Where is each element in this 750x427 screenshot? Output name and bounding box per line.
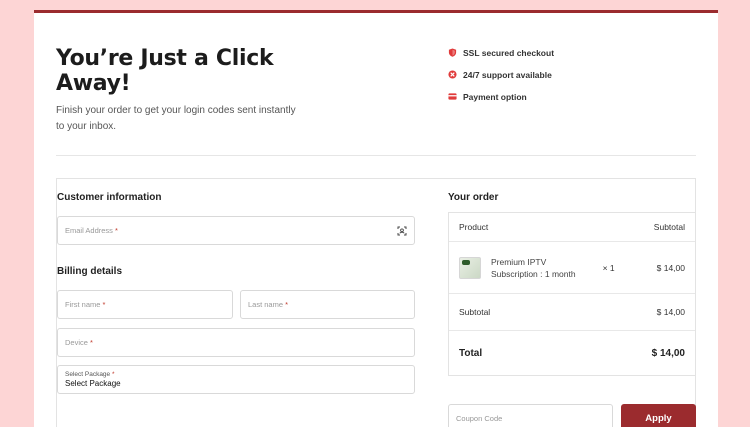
subtotal-value: $ 14,00 bbox=[656, 307, 685, 317]
feature-label: SSL secured checkout bbox=[463, 47, 555, 58]
shield-icon bbox=[448, 48, 457, 57]
total-row: Total $ 14,00 bbox=[449, 331, 695, 375]
feature-support: 24/7 support available bbox=[448, 69, 554, 80]
last-name-field[interactable]: Last name * bbox=[240, 290, 415, 319]
total-label: Total bbox=[459, 347, 483, 359]
package-label: Select Package bbox=[65, 371, 111, 378]
product-qty: × 1 bbox=[602, 262, 615, 273]
page-title: You’re Just a Click Away! bbox=[56, 46, 274, 96]
package-select[interactable]: Select Package * Select Package bbox=[57, 365, 415, 394]
feature-label: Payment option bbox=[463, 91, 527, 102]
col-product: Product bbox=[459, 222, 489, 232]
divider bbox=[56, 155, 696, 156]
feature-ssl: SSL secured checkout bbox=[448, 47, 554, 58]
trust-features: SSL secured checkout 24/7 support availa… bbox=[448, 47, 554, 113]
order-header: Product Subtotal bbox=[449, 213, 695, 242]
package-value: Select Package bbox=[65, 379, 121, 388]
page-subtitle: Finish your order to get your login code… bbox=[56, 105, 296, 132]
col-subtotal: Subtotal bbox=[653, 222, 685, 232]
email-field[interactable]: Email Address * bbox=[57, 216, 415, 245]
subtotal-label: Subtotal bbox=[459, 307, 491, 317]
checkout-card: You’re Just a Click Away! Finish your or… bbox=[34, 10, 718, 427]
checkout-form: Customer information Email Address * Bil… bbox=[56, 178, 696, 427]
subtotal-row: Subtotal $ 14,00 bbox=[449, 294, 695, 331]
product-variant: Subscription : 1 month bbox=[491, 268, 576, 279]
order-title: Your order bbox=[448, 192, 499, 203]
support-icon bbox=[448, 70, 457, 79]
feature-payment: Payment option bbox=[448, 91, 554, 102]
order-item: Premium IPTV Subscription : 1 month × 1 … bbox=[449, 242, 695, 294]
first-name-field[interactable]: First name * bbox=[57, 290, 233, 319]
coupon-input[interactable]: Coupon Code bbox=[448, 404, 613, 427]
autofill-icon[interactable] bbox=[397, 226, 407, 236]
total-value: $ 14,00 bbox=[651, 347, 685, 359]
device-field[interactable]: Device * bbox=[57, 328, 415, 357]
customer-info-title: Customer information bbox=[57, 192, 162, 203]
product-name: Premium IPTV bbox=[491, 256, 547, 267]
apply-coupon-button[interactable]: Apply bbox=[621, 404, 696, 427]
billing-title: Billing details bbox=[57, 266, 123, 277]
order-summary: Product Subtotal Premium IPTV Subscripti… bbox=[448, 212, 696, 376]
feature-label: 24/7 support available bbox=[463, 69, 552, 80]
card-icon bbox=[448, 92, 457, 101]
product-thumbnail bbox=[459, 256, 481, 279]
product-price: $ 14,00 bbox=[656, 262, 685, 273]
